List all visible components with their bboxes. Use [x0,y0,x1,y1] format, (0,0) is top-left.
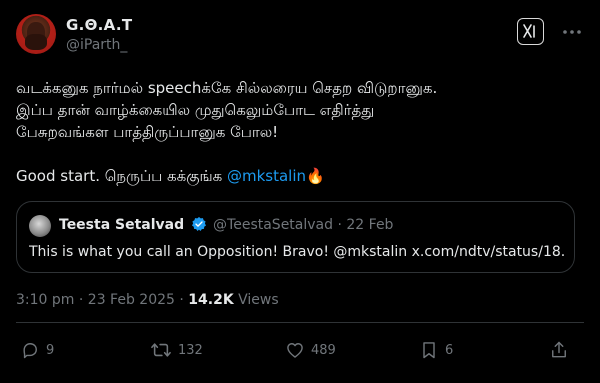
repost-count: 132 [178,342,203,358]
heart-icon [287,343,303,358]
bookmark-button[interactable]: 6 [419,339,453,361]
author-avatar[interactable] [16,14,56,54]
repost-button[interactable]: 132 [150,339,203,361]
quoted-tweet-text: This is what you call an Opposition! Bra… [29,244,564,260]
author-display-name[interactable]: G.Θ.A.T [66,16,132,34]
meta-separator: · [78,292,84,308]
fire-emoji: 🔥 [306,167,325,185]
tweet-line-4: Good start. நெருப்ப கக்குங்க @mkstalin🔥 [16,165,588,187]
more-options-icon[interactable] [560,20,584,44]
quoted-author-handle[interactable]: @TeestaSetalvad [213,217,333,233]
meta-separator-2: · [179,292,184,308]
actions-divider [16,322,584,323]
app-badge-icon[interactable] [517,18,544,45]
author-name-block: G.Θ.A.T @iParth_ [66,16,132,53]
bookmark-icon [423,342,435,359]
quoted-author-avatar[interactable] [29,215,51,237]
author-handle[interactable]: @iParth_ [66,37,132,53]
quoted-tweet-header: Teesta Setalvad @TeestaSetalvad · 22 Feb [59,216,393,233]
repost-icon [151,343,171,357]
x-logo-icon [523,24,535,38]
share-button[interactable] [549,339,569,361]
tweet-line-2: இப்ப தான் வாழ்க்கையில முதுகெலும்போட எதிர… [16,101,375,119]
tweet-line-3: பேசுறவங்கள பாத்திருப்பானுக போல! [16,123,279,141]
like-count: 489 [311,342,336,358]
mention-link[interactable]: @mkstalin [227,167,306,185]
reply-button[interactable]: 9 [20,339,54,361]
quoted-tweet-date[interactable]: 22 Feb [346,217,393,233]
tweet-line-1: வடக்கனுக நார்மல் speechக்கே சில்லரைய செத… [16,79,438,97]
like-button[interactable]: 489 [285,339,336,361]
avatar-beard [25,34,47,50]
bookmark-count: 6 [445,342,454,358]
tweet-date[interactable]: 23 Feb 2025 [88,292,175,308]
tweet-line-4-text: Good start. நெருப்ப கக்குங்க [16,167,227,185]
views-count: 14.2K [188,292,234,308]
tweet-time[interactable]: 3:10 pm [16,292,74,308]
reply-count: 9 [46,342,55,358]
reply-icon [23,343,37,359]
quoted-separator: · [337,217,342,233]
tweet-meta: 3:10 pm · 23 Feb 2025 · 14.2K Views [16,292,279,308]
tweet-text: வடக்கனுக நார்மல் speechக்கே சில்லரைய செத… [16,77,588,187]
quoted-author-name[interactable]: Teesta Setalvad [59,217,184,233]
verified-badge-icon [191,217,206,231]
share-icon [552,341,566,358]
views-label: Views [238,292,279,308]
quoted-tweet[interactable]: Teesta Setalvad @TeestaSetalvad · 22 Feb… [16,201,575,273]
